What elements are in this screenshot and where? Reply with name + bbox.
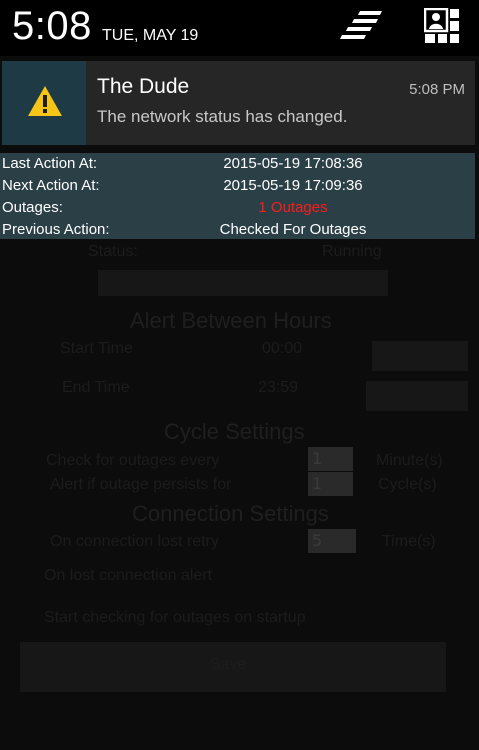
status-toggle-button[interactable]	[98, 270, 388, 296]
previous-action-row: Previous Action: Checked For Outages	[0, 219, 475, 241]
save-button[interactable]: Save	[20, 642, 446, 692]
persist-input[interactable]: 1	[308, 472, 353, 496]
start-time-value: 00:00	[262, 340, 303, 357]
check-interval-unit: Minute(s)	[376, 452, 443, 469]
next-action-value: 2015-05-19 17:09:36	[223, 177, 363, 194]
settings-sliders-icon[interactable]	[340, 11, 382, 43]
notification-title: The Dude	[97, 75, 190, 98]
notification-text: The network status has changed.	[97, 107, 348, 126]
outages-label: Outages:	[2, 199, 63, 216]
date: TUE, MAY 19	[102, 27, 199, 44]
previous-action-label: Previous Action:	[2, 221, 110, 238]
clock: 5:08	[12, 4, 92, 48]
check-interval-label: Check for outages every	[46, 452, 220, 469]
end-time-set-button[interactable]	[366, 381, 468, 411]
end-time-label: End Time	[62, 379, 130, 396]
notification-icon-box	[2, 61, 86, 145]
previous-action-value: Checked For Outages	[219, 221, 367, 238]
cycle-settings-heading: Cycle Settings	[164, 419, 305, 444]
persist-label: Alert if outage persists for	[50, 476, 232, 493]
retry-input[interactable]: 5	[308, 529, 356, 553]
outages-value: 1 Outages	[258, 199, 328, 216]
next-action-label: Next Action At:	[2, 177, 100, 194]
persist-unit: Cycle(s)	[378, 476, 437, 493]
status-label: Status:	[88, 243, 138, 260]
retry-label: On connection lost retry	[50, 533, 219, 550]
last-action-row: Last Action At: 2015-05-19 17:08:36	[0, 153, 475, 175]
start-time-set-button[interactable]	[372, 341, 468, 371]
last-action-label: Last Action At:	[2, 155, 98, 172]
retry-unit: Time(s)	[382, 533, 436, 550]
notification-shade-header: 5:08 TUE, MAY 19	[0, 0, 479, 56]
warning-icon	[28, 86, 62, 116]
last-action-value: 2015-05-19 17:08:36	[223, 155, 363, 172]
check-interval-input[interactable]: 1	[308, 447, 353, 471]
lost-connection-alert-label[interactable]: On lost connection alert	[44, 567, 212, 585]
startup-check-label[interactable]: Start checking for outages on startup	[44, 609, 305, 627]
save-button-label: Save	[210, 656, 247, 673]
network-status-notification[interactable]: The Dude 5:08 PM The network status has …	[2, 61, 475, 145]
connection-settings-heading: Connection Settings	[132, 501, 329, 526]
alert-hours-heading: Alert Between Hours	[130, 308, 332, 333]
notification-time: 5:08 PM	[409, 81, 465, 98]
user-profile-icon[interactable]	[424, 8, 460, 44]
start-time-label: Start Time	[60, 340, 133, 357]
outages-row: Outages: 1 Outages	[0, 197, 475, 219]
status-value: Running	[322, 243, 382, 260]
next-action-row: Next Action At: 2015-05-19 17:09:36	[0, 175, 475, 197]
end-time-value: 23:59	[258, 379, 299, 396]
status-info-panel: Last Action At: 2015-05-19 17:08:36 Next…	[0, 153, 475, 239]
